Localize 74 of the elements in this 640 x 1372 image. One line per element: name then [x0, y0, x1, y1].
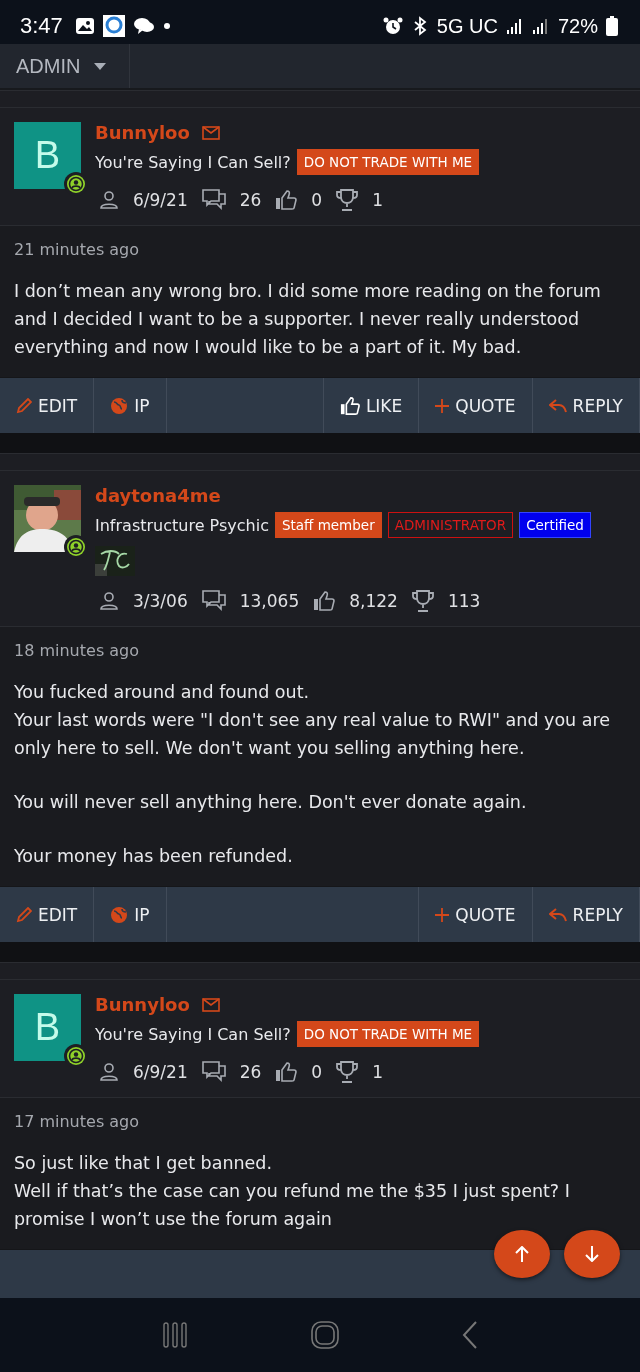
globe-icon — [110, 396, 129, 415]
alarm-icon — [382, 16, 403, 36]
point-count: 1 — [372, 190, 383, 210]
joined-date: 6/9/21 — [133, 1062, 188, 1082]
network-type: 5G UC — [436, 14, 498, 38]
trophy-icon — [336, 189, 359, 211]
signal-icon — [505, 17, 524, 35]
thumbs-up-icon — [275, 189, 298, 211]
author-link[interactable]: Bunnyloo — [95, 994, 190, 1015]
back-icon[interactable] — [462, 1321, 479, 1349]
reply-icon — [548, 907, 567, 922]
trophy-icon — [411, 590, 434, 612]
thumbs-up-icon — [339, 395, 360, 416]
post-text: Well if that’s the case can you refund me the $35 I just spent? I promise I won’t use the forum again — [14, 1180, 571, 1231]
post-text: Your last words were "I don't see any real value to RWI" and you are only here to sell. We don't want you selling anything here. — [14, 709, 612, 760]
author-link[interactable]: daytona4me — [95, 485, 221, 506]
message-count: 26 — [239, 1062, 262, 1082]
user-title: You're Saying I Can Sell? — [95, 1024, 291, 1044]
comment-icon — [201, 1061, 226, 1083]
globe-icon — [110, 905, 129, 924]
envelope-icon[interactable] — [201, 125, 220, 140]
clock-time: 3:47 — [20, 13, 63, 39]
point-count: 113 — [447, 591, 481, 611]
user-banner: ADMINISTRATOR — [387, 512, 514, 538]
user-title: You're Saying I Can Sell? — [95, 152, 291, 172]
comment-icon — [201, 189, 226, 211]
user-icon — [99, 1062, 119, 1082]
plus-icon — [435, 398, 450, 413]
reaction-count: 0 — [311, 190, 323, 210]
post-text: You will never sell anything here. Don't ever donate again. — [14, 791, 528, 814]
reaction-count: 0 — [311, 1062, 323, 1082]
post-time[interactable]: 18 minutes ago — [14, 641, 626, 660]
comment-icon — [201, 590, 226, 612]
dot-icon — [162, 22, 171, 30]
thumbs-up-icon — [313, 590, 336, 612]
user-banner: Staff member — [274, 512, 382, 538]
signal-icon — [531, 17, 550, 35]
pencil-icon — [16, 906, 32, 923]
envelope-icon[interactable] — [201, 997, 220, 1012]
battery-icon — [606, 16, 618, 36]
caret-icon — [94, 62, 107, 70]
user-icon — [99, 591, 119, 611]
reply-icon — [548, 398, 567, 413]
arrow-down-icon — [585, 1246, 599, 1262]
app-icon — [102, 15, 125, 37]
chat-icon — [132, 16, 155, 36]
post-time[interactable]: 17 minutes ago — [14, 1112, 626, 1131]
post-time[interactable]: 21 minutes ago — [14, 240, 626, 259]
reaction-count: 8,122 — [349, 591, 398, 611]
thumbs-up-icon — [275, 1061, 298, 1083]
home-icon[interactable] — [311, 1321, 339, 1349]
plus-icon — [435, 907, 450, 922]
joined-date: 6/9/21 — [133, 190, 188, 210]
post-text: I don’t mean any wrong bro. I did some more reading on the forum and I decided I want to be a supporter. I never really understood everything and now I would like to be a part of it. My bad. — [14, 280, 602, 359]
user-banner: DO NOT TRADE WITH ME — [296, 1021, 480, 1047]
joined-date: 3/3/06 — [133, 591, 188, 611]
point-count: 1 — [372, 1062, 383, 1082]
admin-menu[interactable]: ADMIN — [0, 44, 130, 88]
author-link[interactable]: Bunnyloo — [95, 122, 190, 143]
user-icon — [99, 190, 119, 210]
image-icon — [74, 16, 95, 36]
battery-percent: 72% — [557, 14, 598, 38]
post-text: Your money has been refunded. — [14, 845, 294, 868]
post-text: So just like that I get banned. — [14, 1152, 273, 1175]
user-banner: Certified — [519, 512, 591, 538]
post-text: You fucked around and found out. — [14, 681, 311, 704]
trophy-icon — [336, 1061, 359, 1083]
arrow-up-icon — [515, 1246, 529, 1262]
pencil-icon — [16, 397, 32, 414]
message-count: 26 — [239, 190, 262, 210]
user-banner: DO NOT TRADE WITH ME — [296, 149, 480, 175]
recent-apps-icon[interactable] — [161, 1322, 188, 1348]
user-title: Infrastructure Psychic — [95, 515, 269, 535]
message-count: 13,065 — [239, 591, 300, 611]
